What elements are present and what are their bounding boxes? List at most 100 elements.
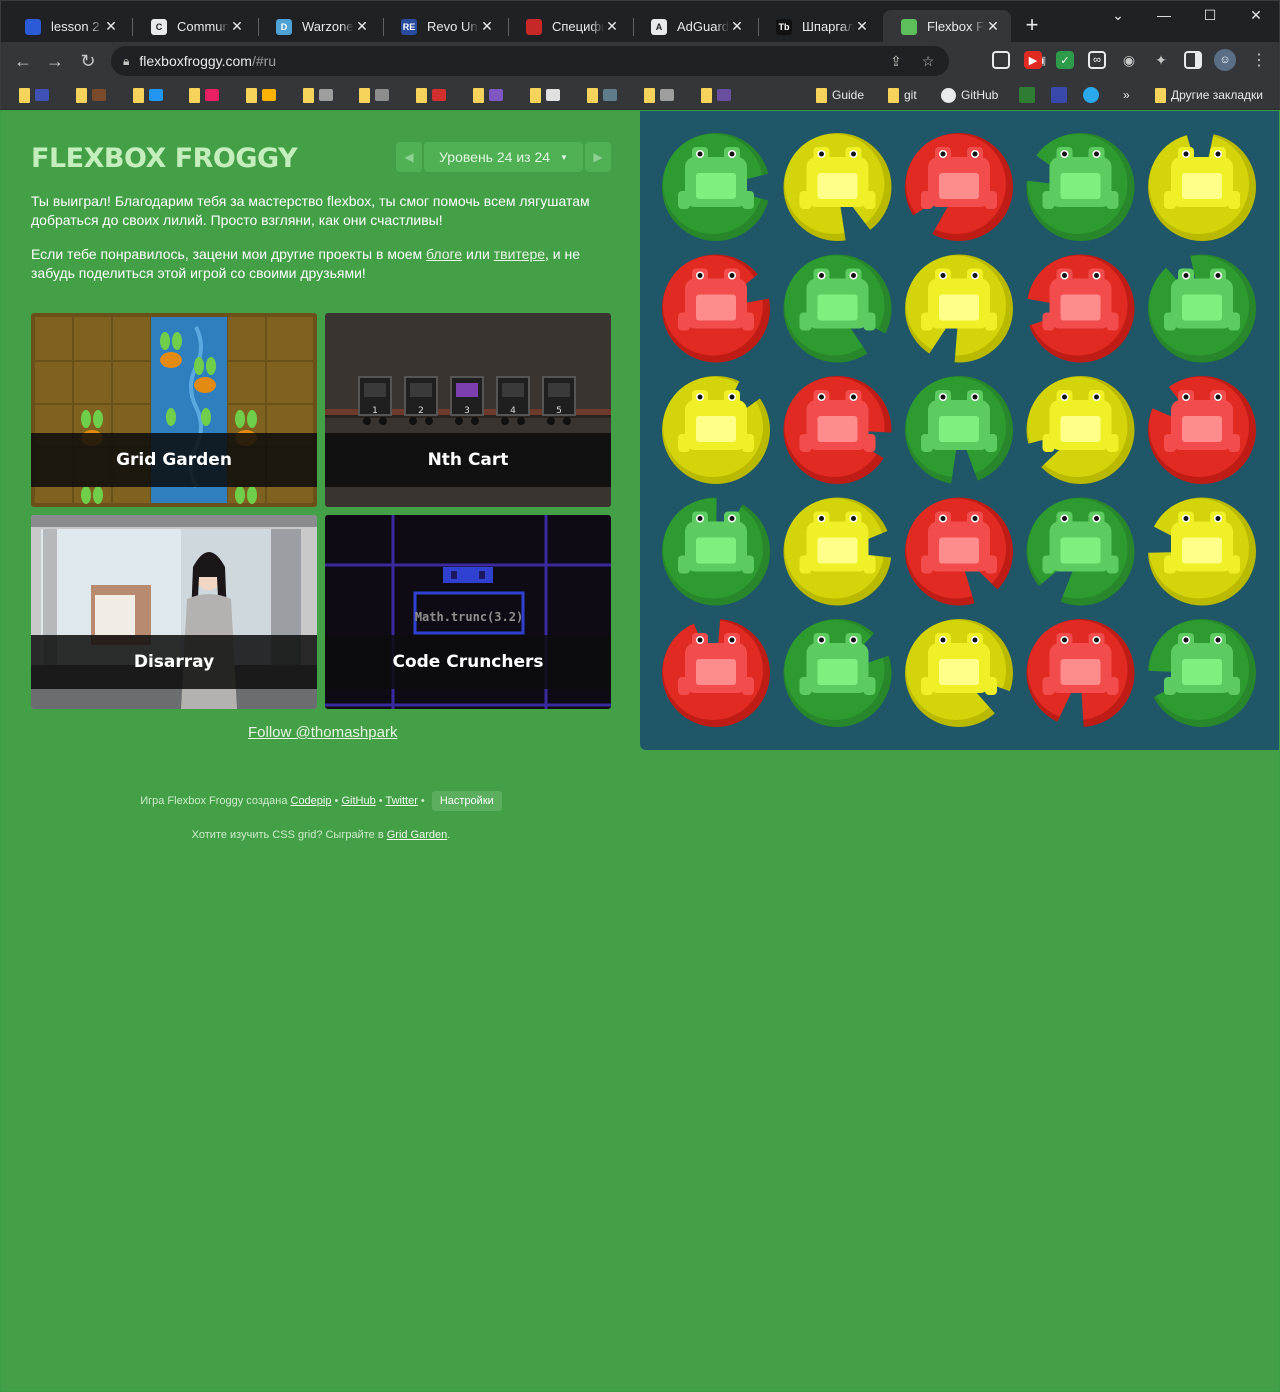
tab-favicon-icon: Tb bbox=[776, 18, 792, 35]
tab-close-icon[interactable]: ✕ bbox=[854, 18, 870, 35]
extensions-puzzle-icon[interactable]: ✦ bbox=[1152, 51, 1170, 69]
bookmark-star-icon[interactable]: ☆ bbox=[919, 53, 937, 69]
bookmark-item[interactable] bbox=[133, 85, 163, 105]
side-panel-icon[interactable] bbox=[1184, 51, 1202, 69]
telegram-icon[interactable] bbox=[1083, 85, 1099, 105]
bookmark-item[interactable] bbox=[303, 85, 333, 105]
yellow-frog-on-lily-pad bbox=[1022, 376, 1135, 484]
bookmark-favicon-icon bbox=[489, 89, 503, 101]
minimize-button[interactable]: — bbox=[1141, 0, 1187, 30]
cart-number: 1 bbox=[372, 406, 378, 416]
sigma-icon[interactable] bbox=[1051, 85, 1067, 105]
back-icon[interactable]: ← bbox=[11, 49, 35, 73]
grid-garden-card[interactable]: Grid Garden bbox=[31, 313, 317, 507]
tab-close-icon[interactable]: ✕ bbox=[103, 18, 119, 35]
bookmark-item[interactable] bbox=[701, 85, 731, 105]
bookmark-item[interactable]: GitHub bbox=[941, 85, 998, 105]
tab-close-icon[interactable]: ✕ bbox=[479, 18, 495, 35]
tab-close-icon[interactable]: ✕ bbox=[229, 18, 245, 35]
tab-favicon-icon: A bbox=[651, 18, 667, 35]
code-crunchers-card[interactable]: Math.trunc(3.2) Code Crunchers bbox=[325, 515, 611, 709]
level-label: Уровень 24 из 24 bbox=[439, 149, 551, 165]
folder-icon bbox=[701, 87, 712, 103]
tab-close-icon[interactable]: ✕ bbox=[729, 18, 745, 35]
browser-tab[interactable]: Flexbox Froggy✕ bbox=[883, 10, 1011, 43]
credits-text: Игра Flexbox Froggy создана bbox=[140, 795, 291, 807]
credits-separator: • bbox=[375, 795, 386, 807]
bookmark-item[interactable] bbox=[587, 85, 617, 105]
screenshot-extension-icon[interactable]: ◉ bbox=[1120, 51, 1138, 69]
bookmark-favicon-icon bbox=[546, 89, 560, 101]
bookmark-item[interactable]: Guide bbox=[816, 85, 864, 105]
tab-close-icon[interactable]: ✕ bbox=[354, 18, 370, 35]
forward-icon[interactable]: → bbox=[43, 49, 67, 73]
telegram-icon-glyph bbox=[1083, 87, 1099, 103]
follow-link[interactable]: Follow @thomashpark bbox=[248, 724, 397, 741]
browser-tab[interactable]: Tb Шпаргалка✕ bbox=[758, 10, 880, 43]
bookmark-item[interactable] bbox=[19, 85, 49, 105]
credits-line: Игра Flexbox Froggy создана Codepip • Gi… bbox=[1, 791, 641, 811]
red-frog-on-lily-pad bbox=[1147, 376, 1256, 484]
grid-garden-link[interactable]: Grid Garden bbox=[387, 829, 448, 841]
adguard-extension-icon[interactable]: ✓ bbox=[1056, 51, 1074, 69]
bookmark-item[interactable] bbox=[644, 85, 674, 105]
tab-search-icon[interactable]: ⌄ bbox=[1095, 0, 1141, 30]
bookmark-favicon-icon bbox=[319, 89, 333, 101]
prev-level-button[interactable]: ◀ bbox=[396, 142, 422, 172]
other-bookmarks[interactable]: Другие закладки bbox=[1155, 85, 1263, 105]
disarray-card[interactable]: Disarray bbox=[31, 515, 317, 709]
browser-tab[interactable]: A AdGuard VPN✕ bbox=[633, 10, 755, 43]
folder-icon bbox=[530, 87, 541, 103]
browser-tab[interactable]: lesson 2 - Tilda✕ bbox=[7, 10, 129, 43]
share-icon[interactable]: ⇪ bbox=[887, 53, 905, 69]
github-link[interactable]: GitHub bbox=[341, 795, 375, 807]
tab-capture-icon[interactable] bbox=[992, 51, 1010, 69]
twitter-link[interactable]: твитере bbox=[494, 246, 545, 262]
browser-tab[interactable]: D Warzone 2.0✕ bbox=[258, 10, 380, 43]
vpn-extension-icon[interactable]: ∞ bbox=[1088, 51, 1106, 69]
rss-icon[interactable] bbox=[1019, 85, 1035, 105]
browser-tab[interactable]: C Community✕ bbox=[133, 10, 255, 43]
codepip-link[interactable]: Codepip bbox=[291, 795, 332, 807]
next-level-button[interactable]: ▶ bbox=[585, 142, 611, 172]
pond-svg bbox=[662, 128, 1256, 733]
grid-garden-promo: Хотите изучить CSS grid? Сыграйте в Grid… bbox=[1, 829, 641, 841]
tab-close-icon[interactable]: ✕ bbox=[985, 18, 1001, 35]
twitter-credit-link[interactable]: Twitter bbox=[385, 795, 417, 807]
bookmark-item[interactable]: git bbox=[888, 85, 917, 105]
bookmarks-bar: Guide git GitHub » Другие закладки bbox=[0, 80, 1280, 110]
green-frog-on-lily-pad bbox=[662, 491, 770, 606]
dropdown-caret-icon: ▼ bbox=[560, 152, 568, 162]
new-tab-button[interactable]: + bbox=[1022, 13, 1042, 37]
green-frog-on-lily-pad bbox=[905, 376, 1013, 490]
settings-button[interactable]: Настройки bbox=[431, 791, 502, 811]
grid-garden-title: Grid Garden bbox=[31, 433, 317, 487]
blog-link[interactable]: блоге bbox=[426, 246, 462, 262]
profile-avatar[interactable]: ☺ bbox=[1214, 49, 1236, 71]
bookmark-item[interactable] bbox=[76, 85, 106, 105]
credits-separator: • bbox=[417, 795, 428, 807]
bookmark-item[interactable] bbox=[416, 85, 446, 105]
tab-title: Warzone 2.0 bbox=[302, 19, 354, 34]
tab-close-icon[interactable]: ✕ bbox=[604, 18, 620, 35]
yellow-frog-on-lily-pad bbox=[783, 133, 892, 247]
address-bar[interactable]: 🔒︎ flexboxfroggy.com/#ru ⇪ ☆ bbox=[111, 46, 949, 76]
level-dropdown[interactable]: Уровень 24 из 24 ▼ bbox=[424, 142, 583, 172]
github-icon bbox=[941, 87, 956, 103]
menu-kebab-icon[interactable]: ⋮ bbox=[1250, 51, 1268, 69]
bookmark-label: GitHub bbox=[961, 88, 999, 102]
bookmark-item[interactable] bbox=[530, 85, 560, 105]
bookmarks-overflow-button[interactable]: » bbox=[1123, 85, 1130, 105]
bookmark-item[interactable] bbox=[359, 85, 389, 105]
nth-cart-card[interactable]: 1 2 3 4 5 Nth Cart bbox=[325, 313, 611, 507]
browser-tab[interactable]: Специфичность✕ bbox=[508, 10, 630, 43]
green-frog-on-lily-pad bbox=[662, 133, 775, 241]
maximize-button[interactable]: ☐ bbox=[1187, 0, 1233, 30]
bookmark-item[interactable] bbox=[473, 85, 503, 105]
bookmark-item[interactable] bbox=[246, 85, 276, 105]
browser-tab[interactable]: RE Revo Uninstaller✕ bbox=[383, 10, 505, 43]
youtube-extension-icon[interactable]: ▶ bbox=[1024, 51, 1042, 69]
reload-icon[interactable]: ↻ bbox=[76, 49, 100, 73]
close-window-button[interactable]: ✕ bbox=[1233, 0, 1279, 30]
bookmark-item[interactable] bbox=[189, 85, 219, 105]
